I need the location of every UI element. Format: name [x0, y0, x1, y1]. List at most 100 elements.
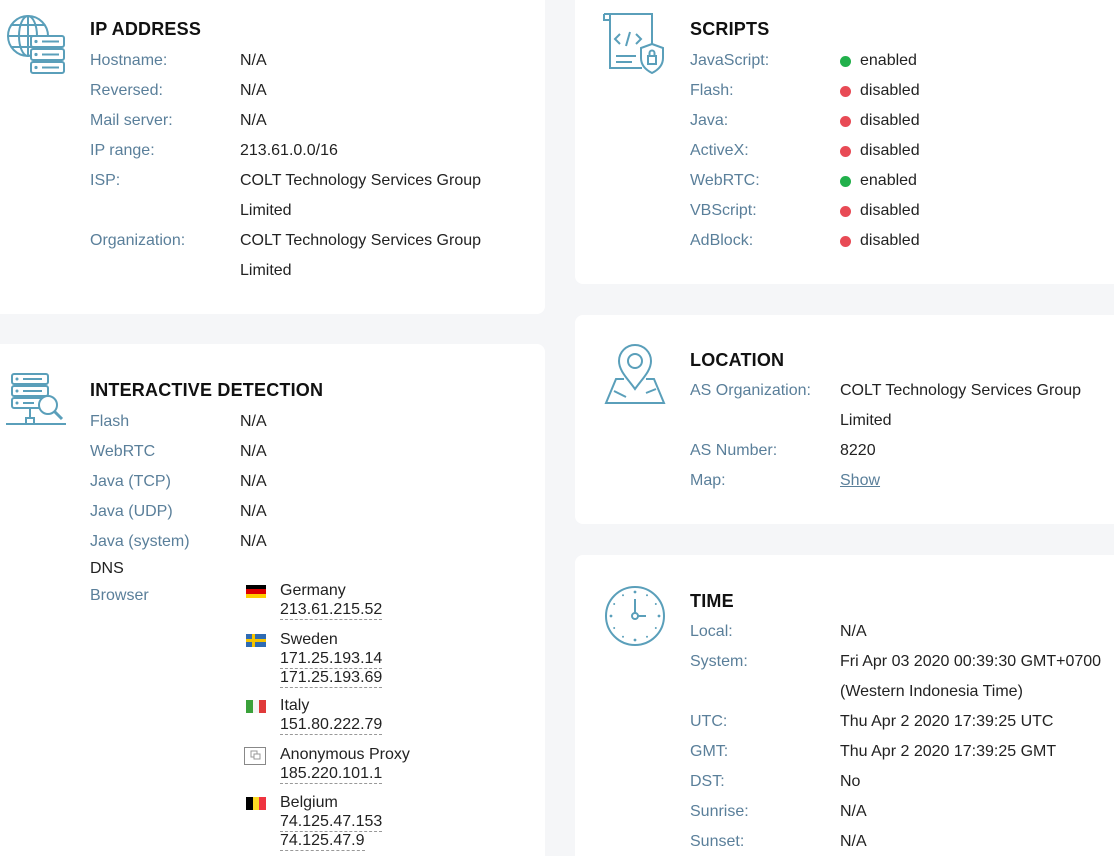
dns-country: Germany: [280, 582, 346, 599]
dns-ip-address[interactable]: 171.25.193.69: [280, 669, 383, 688]
time-field-label: GMT:: [690, 743, 729, 760]
script-field-label: JavaScript:: [690, 52, 770, 69]
status-dot: [840, 205, 851, 217]
status-dot: [840, 145, 851, 157]
status-dot: [840, 235, 851, 247]
time-field-label: Sunrise:: [690, 803, 749, 820]
dns-ip-address[interactable]: 171.25.193.14: [280, 650, 383, 669]
script-field-value: disabled: [860, 232, 920, 249]
ip-field-label: IP range:: [90, 142, 155, 159]
scripts-title: SCRIPTS: [690, 19, 770, 39]
location-field-value-cont: Limited: [840, 412, 892, 429]
browser-label: Browser: [90, 587, 149, 604]
script-field-label: Java:: [690, 112, 729, 129]
time-field-value: No: [840, 773, 861, 790]
time-field-value: N/A: [840, 623, 867, 640]
dns-country: Belgium: [280, 794, 338, 811]
ip-field-label: Reversed:: [90, 82, 163, 99]
time-field-value: N/A: [840, 833, 867, 850]
detection-field-value: N/A: [240, 533, 267, 550]
status-dot: [840, 115, 851, 127]
detection-field-label: Flash: [90, 413, 130, 430]
ip-field-value: N/A: [240, 112, 267, 129]
ip-address-title: IP ADDRESS: [90, 19, 202, 39]
dns-entry: Germany 213.61.215.52: [280, 581, 383, 620]
location-field-label: Map:: [690, 472, 726, 489]
script-field-value: enabled: [860, 172, 917, 189]
script-field-label: ActiveX:: [690, 142, 749, 159]
location-title: LOCATION: [690, 350, 785, 370]
time-field-label: System:: [690, 653, 748, 670]
status-dot: [840, 175, 851, 187]
detection-field-value: N/A: [240, 443, 267, 460]
time-field-label: Sunset:: [690, 833, 745, 850]
dns-entry: Belgium 74.125.47.153 74.125.47.9: [280, 793, 383, 851]
clock-icon: [605, 586, 665, 646]
time-field-value-cont: (Western Indonesia Time): [840, 683, 1023, 700]
ip-field-value: N/A: [240, 52, 267, 69]
italy-flag-icon: [246, 700, 266, 713]
time-field-label: UTC:: [690, 713, 728, 730]
dns-country: Sweden: [280, 631, 338, 648]
dns-ip-address[interactable]: 213.61.215.52: [280, 601, 383, 620]
ip-field-value: N/A: [240, 82, 267, 99]
ip-field-value: COLT Technology Services Group: [240, 172, 482, 189]
ip-field-label: ISP:: [90, 172, 121, 189]
dns-ip-address[interactable]: 185.220.101.1: [280, 765, 383, 784]
ip-field-label: Hostname:: [90, 52, 168, 69]
status-dot: [840, 55, 851, 67]
ip-field-value: 213.61.0.0/16: [240, 142, 338, 159]
time-field-label: DST:: [690, 773, 725, 790]
detection-field-label: Java (TCP): [90, 473, 171, 490]
germany-flag-icon: [246, 585, 266, 598]
detection-field-label: Java (UDP): [90, 503, 173, 520]
dns-country: Italy: [280, 697, 310, 714]
detection-field-label: WebRTC: [90, 443, 156, 460]
dns-entry: Sweden 171.25.193.14 171.25.193.69: [280, 630, 383, 688]
location-field-value: COLT Technology Services Group: [840, 382, 1082, 399]
dns-entry: Anonymous Proxy 185.220.101.1: [280, 745, 410, 784]
script-field-value: disabled: [860, 82, 920, 99]
location-field-label: AS Organization:: [690, 382, 811, 399]
location-field-value: 8220: [840, 442, 876, 459]
sweden-flag-icon: [246, 634, 266, 647]
script-field-value: disabled: [860, 142, 920, 159]
interactive-detection-card: [0, 344, 545, 856]
ip-field-value-cont: Limited: [240, 262, 292, 279]
detection-field-value: N/A: [240, 503, 267, 520]
map-pin-icon: [604, 344, 666, 404]
server-search-icon: [6, 373, 66, 425]
detection-field-value: N/A: [240, 413, 267, 430]
ip-field-label: Organization:: [90, 232, 186, 249]
dns-country: Anonymous Proxy: [280, 746, 410, 763]
map-show-link[interactable]: Show: [840, 466, 880, 496]
dns-label: DNS: [90, 560, 124, 577]
script-field-value: enabled: [860, 52, 917, 69]
time-field-label: Local:: [690, 623, 733, 640]
time-field-value: Thu Apr 2 2020 17:39:25 UTC: [840, 713, 1054, 730]
dns-ip-address[interactable]: 151.80.222.79: [280, 716, 383, 735]
time-field-value: N/A: [840, 803, 867, 820]
anonymous-proxy-flag-icon: [244, 747, 266, 765]
script-field-label: Flash:: [690, 82, 734, 99]
dns-entry: Italy 151.80.222.79: [280, 696, 383, 735]
script-field-value: disabled: [860, 202, 920, 219]
time-field-value: Fri Apr 03 2020 00:39:30 GMT+0700: [840, 653, 1102, 670]
ip-field-label: Mail server:: [90, 112, 173, 129]
script-field-label: AdBlock:: [690, 232, 754, 249]
dns-ip-address[interactable]: 74.125.47.153: [280, 813, 383, 832]
script-field-label: VBScript:: [690, 202, 757, 219]
time-title: TIME: [690, 591, 734, 611]
interactive-detection-title: INTERACTIVE DETECTION: [90, 380, 324, 400]
code-shield-icon: [603, 13, 664, 74]
detection-field-label: Java (system): [90, 533, 190, 550]
dns-ip-address[interactable]: 74.125.47.9: [280, 832, 365, 851]
detection-field-value: N/A: [240, 473, 267, 490]
ip-field-value: COLT Technology Services Group: [240, 232, 482, 249]
script-field-value: disabled: [860, 112, 920, 129]
belgium-flag-icon: [246, 797, 266, 810]
globe-server-icon: [7, 15, 65, 74]
time-field-value: Thu Apr 2 2020 17:39:25 GMT: [840, 743, 1057, 760]
location-field-label: AS Number:: [690, 442, 778, 459]
script-field-label: WebRTC:: [690, 172, 760, 189]
